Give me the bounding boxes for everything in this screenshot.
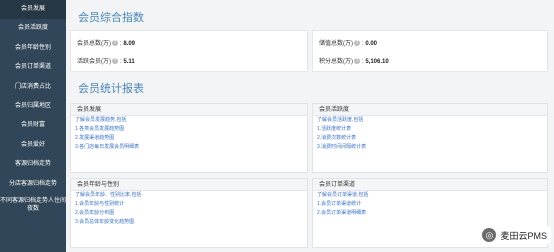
help-icon[interactable]: ? bbox=[112, 58, 118, 65]
wechat-icon: ◎ bbox=[482, 228, 497, 242]
panel-member-activity: 会员活跃度 了解会员活跃度,包括 1.活跃度统计表 2.消费次数统计表 3.消费… bbox=[312, 103, 548, 173]
watermark-text: 麦田云PMS bbox=[500, 230, 547, 241]
metric-value: 8.09 bbox=[123, 41, 136, 47]
metric-value: 5,106.10 bbox=[365, 59, 389, 65]
sidebar-item-wealth[interactable]: 会员财富 bbox=[0, 116, 66, 135]
panel-link[interactable]: 3.消费时间间隔统计表 bbox=[313, 143, 547, 152]
sidebar-item-branch-source-trend[interactable]: 分店客源归档走势 bbox=[0, 175, 66, 194]
sidebar-item-order-channel[interactable]: 会员订单渠道 bbox=[0, 58, 66, 77]
reports-title: 会员统计报表 bbox=[78, 83, 144, 95]
overview-card-right: 储值总数(万)?: 0.00 积分总数(万)?: 5,106.10 bbox=[312, 30, 548, 72]
panel-link[interactable]: 了解会员年龄、性别比率,包括 bbox=[71, 191, 307, 200]
overview-title: 会员综合指数 bbox=[78, 12, 144, 24]
panel-title: 会员活跃度 bbox=[313, 104, 547, 116]
sidebar-item-source-trend[interactable]: 客源归档走势 bbox=[0, 155, 66, 174]
sidebar-item-age-gender[interactable]: 会员年龄性别 bbox=[0, 39, 66, 58]
sidebar-item-member-development[interactable]: 会员发展 bbox=[0, 0, 66, 20]
panel-member-development: 会员发展 了解会员发展趋势,包括 1.各类会员发展趋势图 2.发展渠道趋势图 3… bbox=[70, 103, 308, 173]
metric-value: 5.11 bbox=[123, 59, 135, 65]
panel-link[interactable]: 3.各门店每日发展会员明细表 bbox=[71, 143, 307, 152]
sidebar-item-region[interactable]: 会员归属地区 bbox=[0, 97, 66, 116]
panel-title: 会员订单渠道 bbox=[313, 179, 547, 191]
panel-title: 会员发展 bbox=[71, 104, 307, 116]
overview-card-left: 会员总数(万)?: 8.09 活跃会员(万)?: 5.11 bbox=[70, 30, 308, 72]
main-content: 会员综合指数 会员总数(万)?: 8.09 活跃会员(万)?: 5.11 储值总… bbox=[66, 0, 554, 252]
panel-link[interactable]: 3.会员总体年龄变化趋势图 bbox=[71, 218, 307, 227]
help-icon[interactable]: ? bbox=[354, 40, 360, 47]
panel-link[interactable]: 了解会员发展趋势,包括 bbox=[71, 116, 307, 125]
panel-link[interactable]: 2.会员年龄分布图 bbox=[71, 209, 307, 218]
sidebar-item-source-nights[interactable]: 不同客源归档走势人住间夜数 bbox=[0, 194, 66, 216]
metric-total-members: 会员总数(万)?: 8.09 bbox=[77, 40, 136, 47]
panel-link[interactable]: 2.会员订单渠道明细表 bbox=[313, 209, 547, 218]
metric-label: 活跃会员(万) bbox=[77, 59, 111, 65]
watermark: ◎ 麦田云PMS bbox=[478, 226, 551, 244]
sidebar-item-member-activity[interactable]: 会员活跃度 bbox=[0, 19, 66, 38]
panel-link[interactable]: 了解会员活跃度,包括 bbox=[313, 116, 547, 125]
panel-title: 会员年龄与性别 bbox=[71, 179, 307, 191]
help-icon[interactable]: ? bbox=[354, 58, 360, 65]
sidebar-item-hobby[interactable]: 会员爱好 bbox=[0, 136, 66, 155]
metric-label: 会员总数(万) bbox=[77, 41, 111, 47]
panel-link[interactable]: 2.消费次数统计表 bbox=[313, 134, 547, 143]
metric-label: 积分总数(万) bbox=[319, 59, 353, 65]
panel-link[interactable]: 1.各类会员发展趋势图 bbox=[71, 125, 307, 134]
metric-stored-value: 储值总数(万)?: 0.00 bbox=[319, 40, 378, 47]
sidebar: 会员发展 会员活跃度 会员年龄性别 会员订单渠道 门店消费占比 会员归属地区 会… bbox=[0, 0, 66, 252]
metric-points: 积分总数(万)?: 5,106.10 bbox=[319, 58, 389, 65]
panel-link[interactable]: 了解会员订单渠道,包括 bbox=[313, 191, 547, 200]
panel-link[interactable]: 1.会员订单渠道统计 bbox=[313, 200, 547, 209]
panel-link[interactable]: 1.活跃度统计表 bbox=[313, 125, 547, 134]
panel-age-gender: 会员年龄与性别 了解会员年龄、性别比率,包括 1.会员年龄与性别统计 2.会员年… bbox=[70, 178, 308, 248]
metric-value: 0.00 bbox=[365, 41, 378, 47]
panel-link[interactable]: 1.会员年龄与性别统计 bbox=[71, 200, 307, 209]
help-icon[interactable]: ? bbox=[112, 40, 118, 47]
metric-label: 储值总数(万) bbox=[319, 41, 353, 47]
sidebar-item-store-consumption[interactable]: 门店消费占比 bbox=[0, 78, 66, 97]
metric-active-members: 活跃会员(万)?: 5.11 bbox=[77, 58, 135, 65]
panel-link[interactable]: 2.发展渠道趋势图 bbox=[71, 134, 307, 143]
